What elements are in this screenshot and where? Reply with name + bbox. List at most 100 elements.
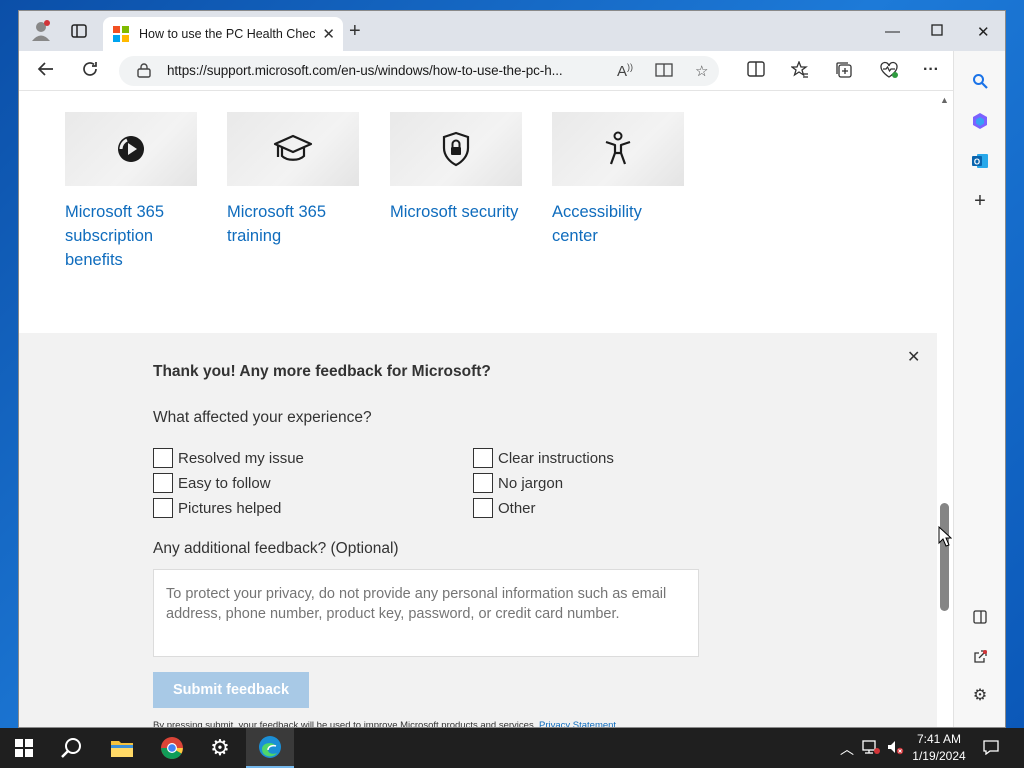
maximize-icon[interactable] [931, 23, 943, 40]
scrollbar-thumb[interactable] [940, 503, 949, 611]
card-label[interactable]: Accessibility center [552, 200, 684, 248]
settings-gear-icon[interactable]: ⚙ [966, 681, 994, 709]
split-screen-icon[interactable] [747, 61, 765, 82]
browser-toolbar: https://support.microsoft.com/en-us/wind… [19, 51, 1005, 91]
taskbar-search-button[interactable] [48, 728, 96, 768]
checkbox-box[interactable] [153, 473, 173, 493]
additional-feedback-textarea[interactable] [153, 569, 699, 657]
card-microsoft365-training[interactable]: Microsoft 365 training [227, 112, 359, 248]
outlook-icon[interactable]: O [966, 147, 994, 175]
shield-lock-icon [442, 131, 470, 167]
scroll-up-icon[interactable]: ▲ [940, 95, 949, 105]
checkbox-easy-to-follow[interactable]: Easy to follow [153, 473, 271, 493]
network-icon[interactable] [862, 739, 880, 758]
refresh-icon[interactable] [81, 60, 99, 83]
feedback-fine-print: By pressing submit, your feedback will b… [153, 720, 619, 728]
minimize-icon[interactable]: — [885, 23, 900, 40]
card-label[interactable]: Microsoft 365 training [227, 200, 359, 248]
page-scrollbar[interactable]: ▲ [937, 91, 953, 727]
search-icon [61, 738, 81, 758]
fine-print-text: By pressing submit, your feedback will b… [153, 720, 539, 728]
checkbox-other[interactable]: Other [473, 498, 536, 518]
page-content: Microsoft 365 subscription benefits Micr… [19, 91, 937, 728]
mouse-cursor-icon [938, 526, 952, 547]
taskbar-file-explorer[interactable] [98, 728, 146, 768]
clock-date: 1/19/2024 [912, 749, 966, 763]
checkbox-label: Clear instructions [498, 449, 614, 467]
notifications-icon[interactable] [982, 739, 1000, 758]
checkbox-clear-instructions[interactable]: Clear instructions [473, 448, 614, 468]
browser-essentials-icon[interactable] [879, 61, 899, 84]
taskbar-chrome[interactable] [148, 728, 196, 768]
collections-icon[interactable] [835, 61, 853, 84]
back-icon[interactable] [37, 60, 55, 83]
checkbox-label: Easy to follow [178, 474, 271, 492]
card-microsoft365-benefits[interactable]: Microsoft 365 subscription benefits [65, 112, 197, 272]
svg-text:O: O [974, 158, 980, 167]
favorite-star-icon[interactable]: ☆ [695, 62, 708, 80]
new-tab-icon[interactable]: + [349, 21, 361, 41]
checkbox-no-jargon[interactable]: No jargon [473, 473, 563, 493]
more-options-icon[interactable]: ··· [923, 61, 939, 79]
volume-muted-icon[interactable] [886, 739, 904, 758]
address-bar[interactable]: https://support.microsoft.com/en-us/wind… [119, 56, 719, 86]
edge-icon [259, 736, 281, 758]
add-sidebar-app-icon[interactable]: + [966, 187, 994, 215]
card-label-line: Microsoft 365 [227, 203, 327, 221]
taskbar-clock[interactable]: 7:41 AM 1/19/2024 [906, 731, 972, 765]
card-label[interactable]: Microsoft security [390, 200, 522, 224]
profile-icon[interactable] [27, 19, 55, 43]
card-label[interactable]: Microsoft 365 subscription benefits [65, 200, 197, 272]
chrome-icon [161, 737, 183, 759]
card-accessibility-center[interactable]: Accessibility center [552, 112, 684, 248]
lock-icon [137, 63, 151, 78]
card-label-line: benefits [65, 251, 123, 269]
search-icon[interactable] [966, 67, 994, 95]
close-tab-icon[interactable]: ✕ [322, 25, 335, 43]
checkbox-box[interactable] [473, 448, 493, 468]
checkbox-resolved-my-issue[interactable]: Resolved my issue [153, 448, 304, 468]
card-label-line: Microsoft 365 [65, 203, 165, 221]
card-label-line: subscription [65, 227, 154, 245]
submit-feedback-button[interactable]: Submit feedback [153, 672, 309, 708]
card-microsoft-security[interactable]: Microsoft security [390, 112, 522, 224]
external-link-icon[interactable] [966, 643, 994, 671]
card-image [390, 112, 522, 186]
checkbox-box[interactable] [153, 498, 173, 518]
close-window-icon[interactable]: ✕ [977, 23, 990, 41]
settings-gear-icon: ⚙ [210, 735, 230, 760]
start-button[interactable] [0, 728, 48, 768]
tab-pc-health-check[interactable]: How to use the PC Health Check ✕ [103, 17, 343, 51]
checkbox-box[interactable] [153, 448, 173, 468]
checkbox-box[interactable] [473, 473, 493, 493]
card-label-line: Microsoft security [390, 203, 519, 221]
checkbox-label: No jargon [498, 474, 564, 492]
tab-actions-icon[interactable] [65, 19, 93, 43]
title-bar: How to use the PC Health Check ✕ + — ✕ [19, 11, 1005, 51]
favicon-square-blue [113, 35, 120, 42]
taskbar-settings[interactable]: ⚙ [196, 728, 244, 768]
microsoft365-icon [118, 136, 145, 162]
clock-time: 7:41 AM [916, 732, 962, 746]
privacy-statement-link[interactable]: Privacy Statement. [539, 720, 619, 727]
checkbox-pictures-helped[interactable]: Pictures helped [153, 498, 281, 518]
close-feedback-icon[interactable]: ✕ [907, 347, 920, 367]
immersive-reader-icon[interactable] [655, 62, 673, 82]
copilot-sidebar-icon[interactable] [966, 107, 994, 135]
show-hidden-icons-icon[interactable]: ︿ [840, 739, 854, 759]
edge-sidebar: O + ⚙ [953, 51, 1005, 727]
checkbox-label: Pictures helped [178, 499, 282, 517]
read-aloud-icon[interactable]: A)) [617, 62, 633, 80]
card-label-line: center [552, 227, 598, 245]
checkbox-box[interactable] [473, 498, 493, 518]
favorites-icon[interactable] [790, 60, 809, 84]
hide-sidebar-icon[interactable] [966, 603, 994, 631]
favicon-square-yellow [122, 35, 129, 42]
checkbox-label: Resolved my issue [178, 449, 304, 467]
taskbar-edge[interactable] [246, 728, 294, 768]
card-label-line: training [227, 227, 282, 245]
browser-window: How to use the PC Health Check ✕ + — ✕ h… [18, 10, 1006, 728]
checkbox-label: Other [498, 499, 536, 517]
feedback-title: Thank you! Any more feedback for Microso… [153, 363, 491, 380]
feedback-question: What affected your experience? [153, 409, 372, 426]
